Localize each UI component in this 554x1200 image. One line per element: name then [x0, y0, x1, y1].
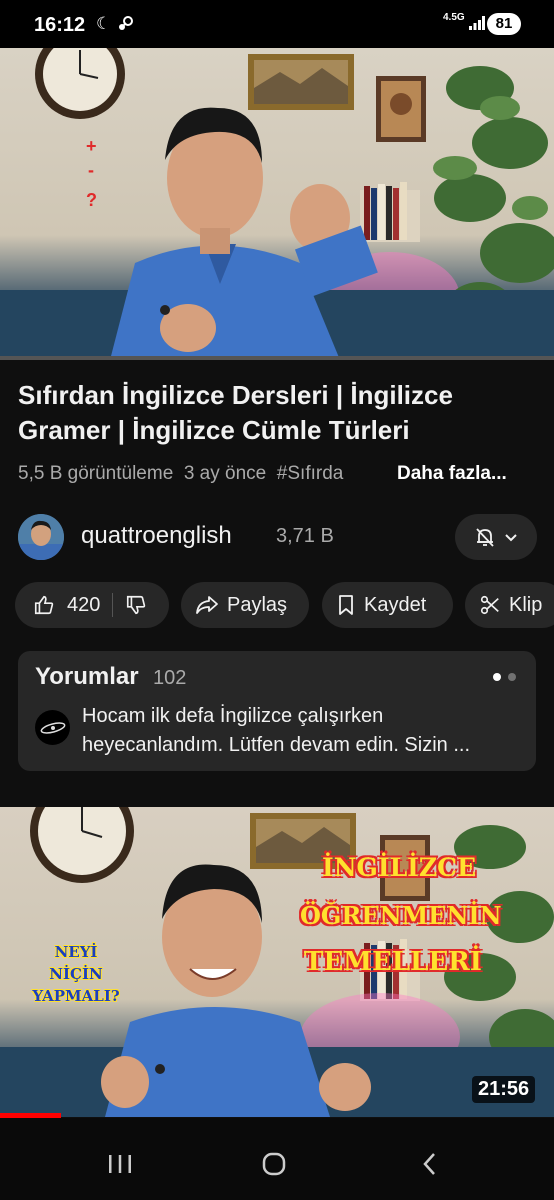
- recents-icon: [109, 1155, 131, 1173]
- commenter-avatar[interactable]: [35, 710, 70, 745]
- recents-button[interactable]: [100, 1146, 140, 1182]
- overlay-question: ?: [86, 190, 97, 210]
- bookmark-icon: [339, 595, 353, 615]
- top-comment: Hocam ilk defa İngilizce çalışırken heye…: [82, 705, 471, 756]
- channel-name[interactable]: quattroenglish: [81, 522, 232, 550]
- player-progress-track[interactable]: [0, 356, 554, 360]
- moon-icon: ☾: [96, 14, 112, 33]
- scissors-icon: [480, 595, 499, 615]
- comments-title: Yorumlar: [35, 663, 139, 690]
- like-button[interactable]: 420: [33, 594, 100, 617]
- clip-button[interactable]: Klip: [465, 582, 554, 628]
- save-label: Kaydet: [364, 593, 427, 616]
- channel-avatar[interactable]: [18, 514, 64, 560]
- overlay-right-line-1: İNGİLİZCE: [322, 853, 477, 882]
- network-type: 4.5G: [443, 12, 465, 23]
- carousel-dot-active: [493, 673, 501, 681]
- battery-indicator: 81: [487, 13, 521, 35]
- status-time: 16:12: [34, 14, 86, 36]
- share-icon: [196, 596, 218, 614]
- more-link[interactable]: Daha fazla...: [397, 463, 507, 485]
- overlay-minus: -: [88, 160, 94, 180]
- signal-icon: [469, 16, 485, 34]
- overlay-plus: +: [86, 136, 97, 156]
- upload-age: 3 ay önce: [183, 463, 267, 484]
- save-button[interactable]: Kaydet: [322, 582, 453, 628]
- chip-divider: [112, 593, 114, 617]
- back-button[interactable]: [410, 1146, 450, 1182]
- video-duration: 21:56: [472, 1076, 536, 1103]
- video-player[interactable]: + - ?: [0, 48, 554, 360]
- dislike-button[interactable]: [125, 594, 147, 616]
- hashtag[interactable]: #Sıfırda: [277, 463, 344, 484]
- carousel-dot: [508, 673, 516, 681]
- subscriber-count: 3,71 B: [276, 525, 334, 547]
- video-meta[interactable]: 5,5 B görüntüleme 3 ay önce #Sıfırda: [18, 463, 343, 485]
- like-dislike-chip: 420: [15, 582, 169, 628]
- back-icon: [423, 1153, 435, 1175]
- steam-icon: [117, 14, 135, 37]
- share-label: Paylaş: [227, 593, 288, 616]
- overlay-left-text: NEYİ NİÇİN YAPMALI?: [32, 943, 120, 1005]
- chevron-down-icon: [505, 534, 517, 542]
- next-video-thumbnail[interactable]: NEYİ NİÇİN YAPMALI? İNGİLİZCE ÖĞRENMENİN…: [0, 807, 554, 1117]
- overlay-right-line-3: TEMELLERİ: [304, 947, 482, 977]
- clip-label: Klip: [509, 593, 543, 616]
- like-count: 420: [67, 593, 101, 616]
- view-count: 5,5 B görüntüleme: [18, 463, 174, 484]
- notification-button[interactable]: [455, 514, 537, 560]
- thumbs-up-icon: [34, 595, 54, 615]
- home-icon: [262, 1152, 286, 1176]
- share-button[interactable]: Paylaş: [181, 582, 309, 628]
- home-button[interactable]: [254, 1146, 294, 1182]
- comments-count: 102: [153, 667, 187, 689]
- bell-off-icon: [476, 528, 494, 547]
- video-title[interactable]: Sıfırdan İngilizce Dersleri | İngilizce …: [18, 378, 538, 448]
- overlay-right-line-2: ÖĞRENMENİN: [300, 901, 502, 930]
